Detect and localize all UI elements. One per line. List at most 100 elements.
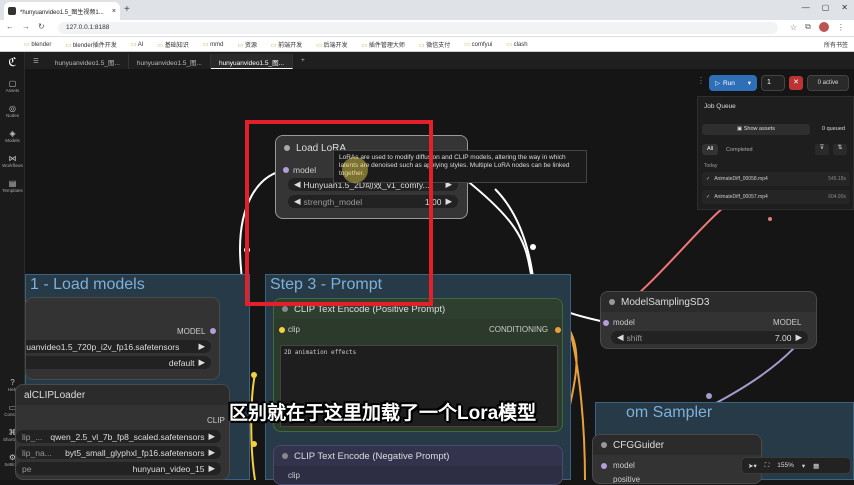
cfg-guider-node[interactable]: CFGGuider model positive xyxy=(592,434,762,484)
maximize-icon[interactable]: ▢ xyxy=(822,3,830,12)
minimize-icon[interactable]: — xyxy=(802,3,810,12)
all-bookmarks[interactable]: 所有书签 xyxy=(824,40,848,49)
check-icon: ✓ xyxy=(706,194,711,200)
avatar[interactable] xyxy=(818,22,829,32)
sidebar-item-workflows[interactable]: ⋈ Workflows xyxy=(0,154,25,168)
model-sampling-sd3-node[interactable]: ModelSamplingSD3 model MODEL ◀ shift 7.00… xyxy=(600,291,817,349)
bookmark-item[interactable]: 资源 xyxy=(237,40,257,49)
bookmark-item[interactable]: 基础知识 xyxy=(157,40,189,49)
sidebar-item-templates[interactable]: ▤ Templates xyxy=(0,179,25,193)
bookmark-item[interactable]: blender xyxy=(24,41,51,48)
menu-icon[interactable]: ⋮ xyxy=(837,23,845,32)
bookmark-item[interactable]: comfyui xyxy=(464,41,493,48)
sidebar-item-nodes[interactable]: ◎ Nodes xyxy=(0,104,25,118)
unet-loader-node[interactable]: MODEL yuanvideo1.5_720p_i2v_fp16.safeten… xyxy=(25,297,220,380)
sidebar-item-label: Templates xyxy=(2,188,23,193)
templates-icon: ▤ xyxy=(8,179,17,188)
model-input-label: model xyxy=(613,461,635,470)
annotation-highlight-box xyxy=(245,120,433,306)
bookmark-item[interactable]: mmd xyxy=(203,41,223,48)
clip-input-port[interactable] xyxy=(279,327,285,333)
clip-name1-widget[interactable]: lip_... qwen_2.5_vl_7b_fp8_scaled.safeten… xyxy=(16,430,221,443)
conditioning-output-port[interactable] xyxy=(555,327,561,333)
comfy-logo-icon[interactable]: ℭ xyxy=(0,56,25,68)
sidebar-item-models[interactable]: ◈ Models xyxy=(0,129,25,143)
model-output-port[interactable] xyxy=(210,328,216,334)
forward-icon[interactable]: → xyxy=(22,22,30,31)
filter-icon[interactable]: ⊽ xyxy=(815,144,829,155)
extensions-icon[interactable]: ⧉ xyxy=(805,22,811,32)
assets-icon: ▢ xyxy=(8,79,17,88)
stop-button[interactable]: ✕ xyxy=(789,76,803,90)
window-controls: — ▢ ✕ xyxy=(802,3,848,12)
workflow-tab[interactable]: hunyuanvideo1.5_图... xyxy=(210,54,294,69)
dual-clip-loader-node[interactable]: alCLIPLoader CLIP lip_... qwen_2.5_vl_7b_… xyxy=(15,384,230,480)
reload-icon[interactable]: ↻ xyxy=(38,22,45,31)
canvas-controls: ➤▾ ⛶ 155% ▾ ▦ xyxy=(741,457,851,474)
url-field[interactable]: 127.0.0.1:8188 xyxy=(58,22,778,34)
browser-tab[interactable]: *hunyuanvideo1.5_图生视频1... × xyxy=(4,2,120,20)
sidebar-item-label: Assets xyxy=(5,88,20,93)
close-window-icon[interactable]: ✕ xyxy=(841,3,848,12)
node-title: ModelSamplingSD3 xyxy=(621,296,710,308)
browser-tab-strip: *hunyuanvideo1.5_图生视频1... × + — ▢ ✕ xyxy=(0,0,854,20)
new-tab-icon[interactable]: + xyxy=(124,4,130,15)
weight-dtype-widget[interactable]: default ▶ xyxy=(26,356,211,369)
workflow-tabs: ☰ hunyuanvideo1.5_图... hunyuanvideo1.5_图.… xyxy=(25,52,854,69)
bookmarks-bar: blender blender插件开发 AI 基础知识 mmd 资源 前端开发 后端开发 插件管… xyxy=(0,37,854,52)
close-tab-icon[interactable]: × xyxy=(112,8,116,15)
show-assets-button[interactable]: ▣ Show assets xyxy=(702,124,810,135)
bookmark-item[interactable]: 后端开发 xyxy=(316,40,348,49)
model-input-port[interactable] xyxy=(601,463,607,469)
group-title: om Sampler xyxy=(626,404,713,421)
type-widget[interactable]: pe hunyuan_video_15 ▶ xyxy=(16,462,221,475)
job-name: AnimateDiff_00057.mp4 xyxy=(714,194,768,200)
workflows-icon: ⋈ xyxy=(8,154,17,163)
node-title: CFGGuider xyxy=(613,439,665,451)
new-workflow-icon[interactable]: + xyxy=(293,54,313,69)
clip-negative-node[interactable]: CLIP Text Encode (Negative Prompt) clip xyxy=(273,445,563,485)
browser-tab-title: *hunyuanvideo1.5_图生视频1... xyxy=(20,9,104,16)
image-icon: ▣ xyxy=(737,126,744,132)
chevron-down-icon[interactable]: ▾ xyxy=(802,462,805,470)
star-icon[interactable]: ☆ xyxy=(790,23,797,32)
run-toolbar: ⋮ ▷ Run ▾ 1 ✕ 0 active xyxy=(697,74,854,92)
menu-icon[interactable]: ☰ xyxy=(25,54,47,69)
zoom-level[interactable]: 155% xyxy=(777,462,794,469)
filter-completed-tab[interactable]: Completed xyxy=(726,147,753,153)
drag-handle-icon[interactable]: ⋮ xyxy=(697,76,705,90)
active-jobs-button[interactable]: 0 active xyxy=(807,75,849,91)
pointer-icon[interactable]: ➤▾ xyxy=(748,462,757,470)
bookmark-item[interactable]: 微信支付 xyxy=(419,40,450,49)
clip-name2-widget[interactable]: lip_na... byt5_small_glyphxl_fp16.safeten… xyxy=(16,446,221,459)
run-button[interactable]: ▷ Run ▾ xyxy=(709,75,757,91)
nodes-icon: ◎ xyxy=(9,104,16,113)
job-time: 545.18s xyxy=(828,176,846,182)
back-icon[interactable]: ← xyxy=(6,22,14,31)
job-time: 604.90s xyxy=(828,194,846,200)
bookmark-item[interactable]: 前端开发 xyxy=(271,40,302,49)
bookmark-item[interactable]: 插件管理大师 xyxy=(362,40,405,49)
fit-view-icon[interactable]: ⛶ xyxy=(765,462,770,470)
job-row[interactable]: ✓ AnimateDiff_00058.mp4 545.18s xyxy=(702,172,850,186)
sidebar-item-assets[interactable]: ▢ Assets xyxy=(0,79,25,93)
bookmark-item[interactable]: clash xyxy=(506,41,528,48)
minimap-icon[interactable]: ▦ xyxy=(813,462,819,470)
bookmark-item[interactable]: AI xyxy=(131,41,144,48)
unet-name-widget[interactable]: yuanvideo1.5_720p_i2v_fp16.safetensors ▶ xyxy=(26,340,211,353)
clip-output-label: CLIP xyxy=(207,416,225,425)
sidebar-item-label: Nodes xyxy=(5,113,19,118)
model-input-port[interactable] xyxy=(603,320,609,326)
job-row[interactable]: ✓ AnimateDiff_00057.mp4 604.90s xyxy=(702,190,850,204)
bookmark-item[interactable]: blender插件开发 xyxy=(65,40,117,49)
filter-all-tab[interactable]: All xyxy=(702,144,718,155)
section-label: Today xyxy=(704,163,718,169)
job-name: AnimateDiff_00058.mp4 xyxy=(714,176,768,182)
sort-icon[interactable]: ⇅ xyxy=(833,144,847,155)
workflow-tab[interactable]: hunyuanvideo1.5_图... xyxy=(129,54,211,69)
run-count-input[interactable]: 1 xyxy=(761,75,785,91)
clip-input-label: clip xyxy=(288,471,301,480)
model-input-label: model xyxy=(613,318,635,327)
workflow-tab[interactable]: hunyuanvideo1.5_图... xyxy=(47,54,129,69)
shift-widget[interactable]: ◀ shift 7.00 ▶ xyxy=(611,331,808,344)
